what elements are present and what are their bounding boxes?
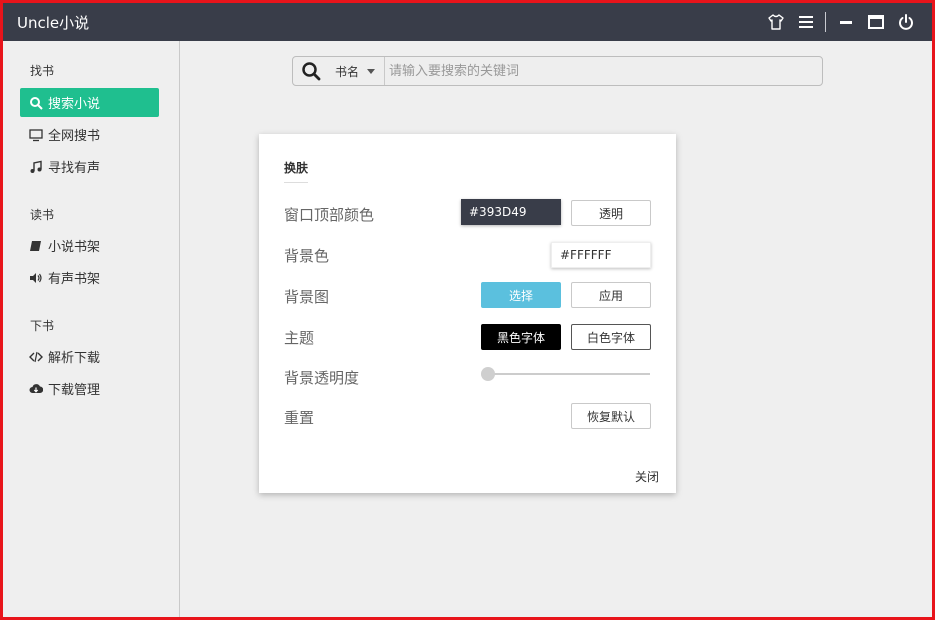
- app-title: Uncle小说: [17, 14, 90, 32]
- sidebar-item-find-audio[interactable]: 寻找有声: [20, 152, 159, 181]
- close-button[interactable]: 关闭: [635, 468, 659, 485]
- section-read-books: 读书: [30, 208, 55, 222]
- skin-dialog: 换肤 窗口顶部颜色 #393D49 透明 背景色 #FFFFFF 背景图 选择 …: [259, 134, 676, 493]
- monitor-icon: [29, 128, 43, 142]
- section-find-books: 找书: [30, 64, 55, 78]
- title-bar: Uncle小说: [3, 3, 932, 41]
- maximize-icon[interactable]: [867, 13, 885, 31]
- menu-icon[interactable]: [797, 13, 815, 31]
- sidebar-item-search-novels[interactable]: 搜索小说: [20, 88, 159, 117]
- chevron-down-icon: [367, 68, 376, 74]
- dialog-title: 换肤: [284, 159, 309, 183]
- reset-label: 重置: [284, 409, 315, 427]
- music-icon: [29, 160, 43, 174]
- cloud-download-icon: [29, 382, 43, 396]
- search-type-label: 书名: [335, 64, 360, 79]
- opacity-slider-handle[interactable]: [481, 367, 495, 381]
- speaker-icon: [29, 271, 43, 285]
- top-color-label: 窗口顶部颜色: [284, 206, 375, 224]
- search-icon: [29, 96, 43, 110]
- minimize-icon[interactable]: [837, 13, 855, 31]
- code-icon: [29, 350, 43, 364]
- sidebar-item-label: 全网搜书: [48, 129, 101, 144]
- bg-image-label: 背景图: [284, 288, 330, 306]
- sidebar-item-download-manager[interactable]: 下载管理: [20, 374, 159, 403]
- search-icon: [301, 61, 321, 81]
- bg-color-input[interactable]: #FFFFFF: [551, 242, 651, 268]
- restore-default-button[interactable]: 恢复默认: [571, 403, 651, 429]
- apply-button[interactable]: 应用: [571, 282, 651, 308]
- sidebar-item-label: 解析下载: [48, 351, 101, 366]
- theme-label: 主题: [284, 329, 315, 347]
- dark-font-button[interactable]: 黑色字体: [481, 324, 561, 350]
- bg-color-label: 背景色: [284, 247, 330, 265]
- search-type-dropdown[interactable]: 书名: [329, 57, 385, 85]
- sidebar-item-label: 有声书架: [48, 272, 101, 287]
- opacity-label: 背景透明度: [284, 369, 360, 387]
- sidebar-item-label: 下载管理: [48, 383, 101, 398]
- sidebar-item-audio-shelf[interactable]: 有声书架: [20, 263, 159, 292]
- shirt-icon[interactable]: [767, 13, 785, 31]
- sidebar-item-parse-download[interactable]: 解析下载: [20, 342, 159, 371]
- sidebar-item-label: 搜索小说: [48, 97, 101, 112]
- app-window: Uncle小说 找书 搜索小说 全网搜书 寻找有声 读书 小说书架 有声书架 下…: [0, 0, 935, 620]
- titlebar-divider: [825, 12, 826, 32]
- select-image-button[interactable]: 选择: [481, 282, 561, 308]
- sidebar: 找书 搜索小说 全网搜书 寻找有声 读书 小说书架 有声书架 下书 解析下载 下…: [3, 41, 180, 617]
- search-bar: 书名: [292, 56, 823, 86]
- section-download-books: 下书: [30, 319, 55, 333]
- search-input[interactable]: [389, 59, 819, 83]
- light-font-button[interactable]: 白色字体: [571, 324, 651, 350]
- transparent-button[interactable]: 透明: [571, 200, 651, 226]
- opacity-slider-track[interactable]: [485, 373, 650, 375]
- book-icon: [29, 239, 43, 253]
- search-button[interactable]: [293, 57, 329, 85]
- sidebar-item-label: 小说书架: [48, 240, 101, 255]
- sidebar-item-label: 寻找有声: [48, 161, 101, 176]
- top-color-input[interactable]: #393D49: [461, 199, 561, 225]
- power-icon[interactable]: [897, 13, 915, 31]
- sidebar-item-novel-shelf[interactable]: 小说书架: [20, 231, 159, 260]
- sidebar-item-web-search[interactable]: 全网搜书: [20, 120, 159, 149]
